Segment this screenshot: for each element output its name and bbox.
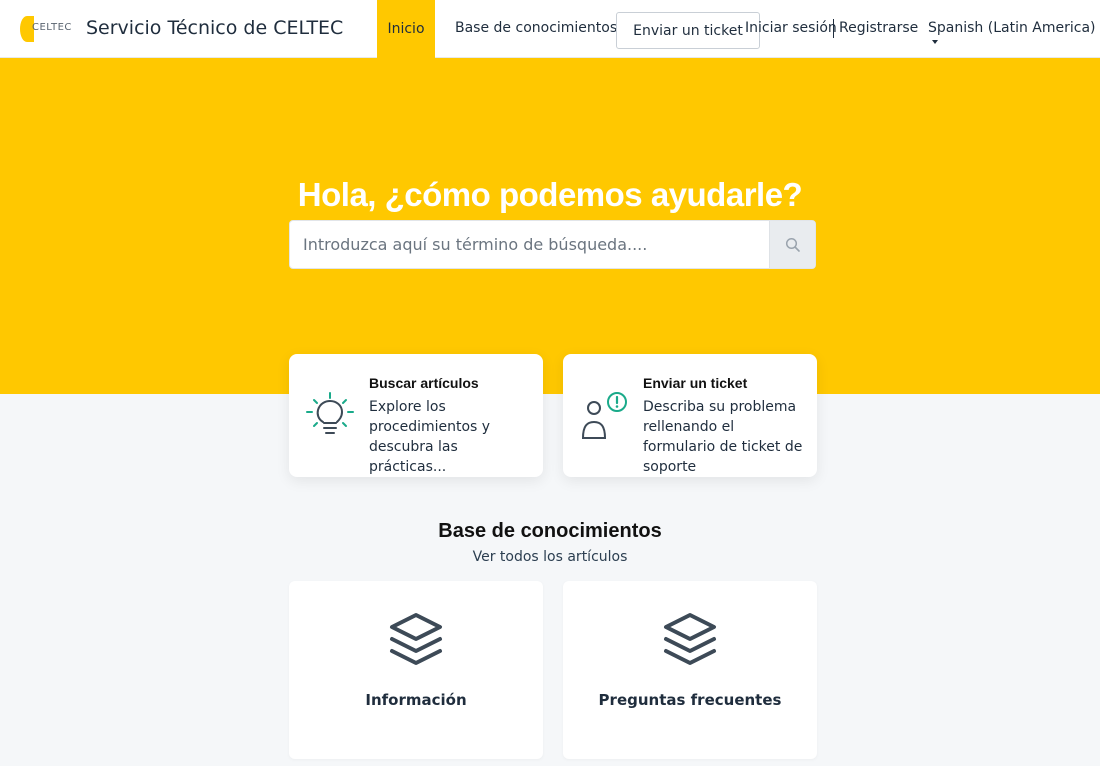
card-title: Buscar artículos bbox=[369, 375, 479, 391]
kb-category-title: Preguntas frecuentes bbox=[598, 691, 782, 709]
view-all-articles-link[interactable]: Ver todos los artículos bbox=[0, 549, 1100, 565]
hero-title: Hola, ¿cómo podemos ayudarle? bbox=[297, 176, 803, 213]
search-articles-card[interactable]: Buscar artículos Explore los procedimien… bbox=[289, 354, 543, 477]
layers-icon bbox=[390, 613, 442, 665]
hero-banner: Hola, ¿cómo podemos ayudarle? bbox=[0, 58, 1100, 394]
language-label: Spanish (Latin America) bbox=[928, 20, 1096, 36]
register-link[interactable]: Registrarse bbox=[839, 20, 918, 36]
language-selector[interactable]: Spanish (Latin America) bbox=[928, 20, 1100, 52]
kb-heading: Base de conocimientos bbox=[438, 520, 662, 542]
user-alert-icon bbox=[581, 392, 627, 439]
caret-down-icon bbox=[932, 40, 938, 44]
kb-category-title: Información bbox=[365, 691, 467, 709]
top-header: CELTEC Servicio Técnico de CELTEC Inicio… bbox=[0, 0, 1100, 58]
layers-icon bbox=[664, 613, 716, 665]
login-link[interactable]: Iniciar sesión bbox=[745, 20, 837, 36]
card-description: Describa su problema rellenando el formu… bbox=[643, 399, 803, 475]
nav-separator bbox=[833, 19, 834, 38]
search-button[interactable] bbox=[769, 221, 815, 268]
search-box bbox=[289, 220, 816, 269]
kb-category-card-faq[interactable]: Preguntas frecuentes bbox=[563, 581, 817, 759]
kb-category-card-informacion[interactable]: Información bbox=[289, 581, 543, 759]
search-icon bbox=[785, 237, 800, 252]
card-title: Enviar un ticket bbox=[643, 375, 748, 391]
nav-home[interactable]: Inicio bbox=[377, 0, 435, 58]
submit-ticket-card[interactable]: Enviar un ticket Describa su problema re… bbox=[563, 354, 817, 477]
logo-text: CELTEC bbox=[32, 22, 72, 33]
lightbulb-icon bbox=[306, 392, 354, 434]
nav-knowledge-base[interactable]: Base de conocimientos bbox=[455, 20, 617, 36]
submit-ticket-button[interactable]: Enviar un ticket bbox=[616, 12, 760, 49]
celtec-logo[interactable]: CELTEC bbox=[20, 14, 74, 44]
site-title[interactable]: Servicio Técnico de CELTEC bbox=[86, 17, 343, 39]
search-input[interactable] bbox=[290, 221, 770, 268]
card-description: Explore los procedimientos y descubra la… bbox=[369, 399, 491, 475]
